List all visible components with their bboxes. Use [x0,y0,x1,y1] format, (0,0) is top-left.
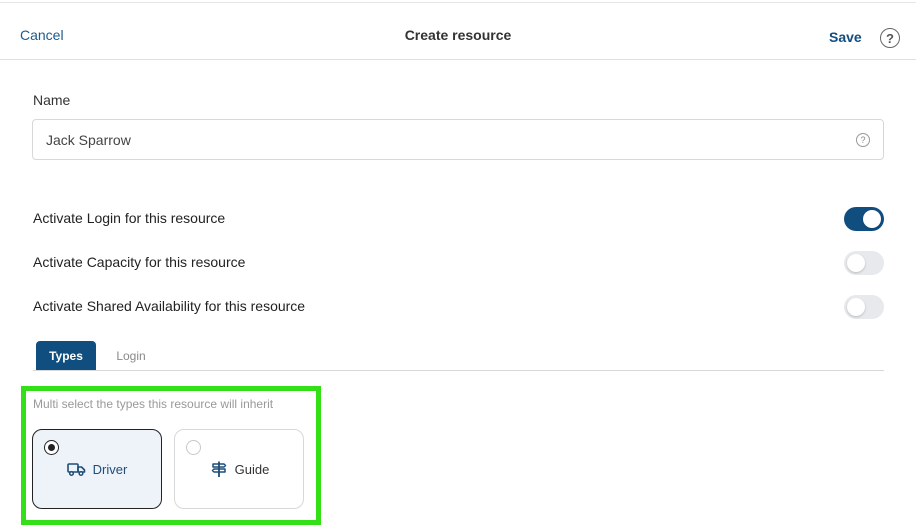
help-icon[interactable]: ? [880,28,900,48]
toggle-row-capacity: Activate Capacity for this resource [33,251,884,275]
type-card-driver[interactable]: Driver [32,429,162,509]
save-button[interactable]: Save [829,29,862,45]
toggle-knob [863,210,881,228]
tab-login[interactable]: Login [105,341,157,370]
shared-availability-toggle[interactable] [844,295,884,319]
capacity-toggle[interactable] [844,251,884,275]
card-content: Driver [33,460,161,478]
toggle-knob [847,254,865,272]
login-toggle[interactable] [844,207,884,231]
card-label-guide: Guide [234,461,270,477]
toggle-label-shared-availability: Activate Shared Availability for this re… [33,298,306,314]
toggle-row-login: Activate Login for this resource [33,207,884,231]
signpost-icon [209,460,229,478]
truck-icon [67,460,87,478]
name-help-icon[interactable]: ? [856,133,870,147]
radio-unselected[interactable] [186,440,201,455]
radio-selected[interactable] [44,440,59,455]
tab-bar: Types Login [33,341,884,371]
page-title: Create resource [404,27,512,43]
card-label-driver: Driver [92,461,128,477]
header-bar: Cancel Create resource Save ? [0,3,916,60]
tab-types[interactable]: Types [36,341,96,370]
name-input[interactable] [32,119,884,160]
type-card-guide[interactable]: Guide [174,429,304,509]
name-label: Name [33,92,71,108]
toggle-label-capacity: Activate Capacity for this resource [33,254,246,270]
toggle-row-shared-availability: Activate Shared Availability for this re… [33,295,884,319]
card-content: Guide [175,460,303,478]
toggle-label-login: Activate Login for this resource [33,210,226,226]
types-hint: Multi select the types this resource wil… [33,397,274,411]
toggle-knob [847,298,865,316]
